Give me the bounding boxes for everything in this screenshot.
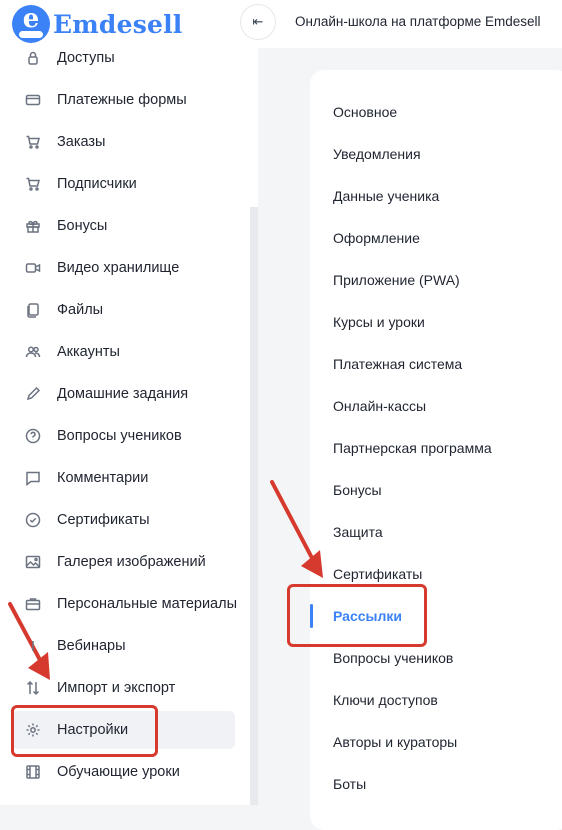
page-title: Онлайн-школа на платформе Emdesell — [295, 14, 541, 29]
sidebar-item-accesses[interactable]: Доступы — [0, 37, 250, 79]
settings-item-appearance[interactable]: Оформление — [310, 217, 562, 259]
gift-icon — [24, 217, 42, 235]
briefcase-icon — [24, 595, 42, 613]
sidebar-item-accounts[interactable]: Аккаунты — [0, 331, 250, 373]
sidebar-item-label: Файлы — [57, 302, 104, 318]
sidebar-item-homework[interactable]: Домашние задания — [0, 373, 250, 415]
film-icon — [24, 763, 42, 781]
sidebar-item-label: Обучающие уроки — [57, 764, 180, 780]
file-icon — [24, 301, 42, 319]
settings-item-bots[interactable]: Боты — [310, 763, 562, 805]
sidebar-item-files[interactable]: Файлы — [0, 289, 250, 331]
check-circle-icon — [24, 511, 42, 529]
question-icon — [24, 427, 42, 445]
settings-item-online-cash[interactable]: Онлайн-кассы — [310, 385, 562, 427]
sidebar: e Emdesell Доступы Платежные формы Заказ… — [0, 0, 258, 805]
sidebar-item-label: Бонусы — [57, 218, 108, 234]
settings-item-bonuses[interactable]: Бонусы — [310, 469, 562, 511]
settings-menu: Основное Уведомления Данные ученика Офор… — [310, 91, 562, 805]
credit-card-icon — [24, 91, 42, 109]
sidebar-item-payment-forms[interactable]: Платежные формы — [0, 79, 250, 121]
sidebar-item-label: Импорт и экспорт — [57, 680, 176, 696]
sidebar-item-tutorials[interactable]: Обучающие уроки — [0, 751, 250, 793]
collapse-icon: ⇤ — [252, 14, 264, 29]
cart-icon — [24, 133, 42, 151]
sidebar-item-label: Настройки — [57, 722, 129, 738]
sidebar-item-label: Вопросы учеников — [57, 428, 182, 444]
users-icon — [24, 343, 42, 361]
pencil-icon — [24, 385, 42, 403]
sidebar-item-video-storage[interactable]: Видео хранилище — [0, 247, 250, 289]
sidebar-item-label: Вебинары — [57, 638, 126, 654]
settings-item-courses[interactable]: Курсы и уроки — [310, 301, 562, 343]
sidebar-item-label: Галерея изображений — [57, 554, 206, 570]
sidebar-item-orders[interactable]: Заказы — [0, 121, 250, 163]
sidebar-item-personal-materials[interactable]: Персональные материалы — [0, 583, 250, 625]
sidebar-item-label: Доступы — [57, 50, 115, 66]
brand-name: Emdesell — [53, 9, 183, 39]
sidebar-item-subscribers[interactable]: Подписчики — [0, 163, 250, 205]
sidebar-item-webinars[interactable]: Вебинары — [0, 625, 250, 667]
sidebar-item-student-questions[interactable]: Вопросы учеников — [0, 415, 250, 457]
image-icon — [24, 553, 42, 571]
sidebar-item-import-export[interactable]: Импорт и экспорт — [0, 667, 250, 709]
webinar-icon — [24, 637, 42, 655]
gear-icon — [24, 721, 42, 739]
settings-item-protection[interactable]: Защита — [310, 511, 562, 553]
sidebar-item-label: Подписчики — [57, 176, 137, 192]
sidebar-item-label: Аккаунты — [57, 344, 120, 360]
sidebar-item-certificates[interactable]: Сертификаты — [0, 499, 250, 541]
settings-item-affiliate[interactable]: Партнерская программа — [310, 427, 562, 469]
settings-item-payment-system[interactable]: Платежная система — [310, 343, 562, 385]
highlight-mailings-box — [287, 584, 427, 647]
sidebar-item-label: Заказы — [57, 134, 106, 150]
settings-item-student-data[interactable]: Данные ученика — [310, 175, 562, 217]
settings-item-pwa[interactable]: Приложение (PWA) — [310, 259, 562, 301]
sidebar-item-label: Домашние задания — [57, 386, 189, 402]
sidebar-item-bonuses[interactable]: Бонусы — [0, 205, 250, 247]
comment-icon — [24, 469, 42, 487]
sidebar-item-comments[interactable]: Комментарии — [0, 457, 250, 499]
sidebar-item-label: Комментарии — [57, 470, 149, 486]
lock-icon — [24, 49, 42, 67]
cart-icon — [24, 175, 42, 193]
settings-item-access-keys[interactable]: Ключи доступов — [310, 679, 562, 721]
sidebar-item-image-gallery[interactable]: Галерея изображений — [0, 541, 250, 583]
sidebar-item-label: Сертификаты — [57, 512, 150, 528]
sidebar-item-label: Платежные формы — [57, 92, 187, 108]
sidebar-item-label: Персональные материалы — [57, 596, 238, 612]
sidebar-item-label: Видео хранилище — [57, 260, 180, 276]
settings-item-notifications[interactable]: Уведомления — [310, 133, 562, 175]
import-export-icon — [24, 679, 42, 697]
sidebar-scrollbar[interactable] — [250, 207, 258, 805]
collapse-sidebar-button[interactable]: ⇤ — [240, 4, 276, 40]
settings-item-authors-curators[interactable]: Авторы и кураторы — [310, 721, 562, 763]
video-icon — [24, 259, 42, 277]
settings-item-general[interactable]: Основное — [310, 91, 562, 133]
sidebar-nav: Доступы Платежные формы Заказы Подписчик… — [0, 37, 250, 793]
